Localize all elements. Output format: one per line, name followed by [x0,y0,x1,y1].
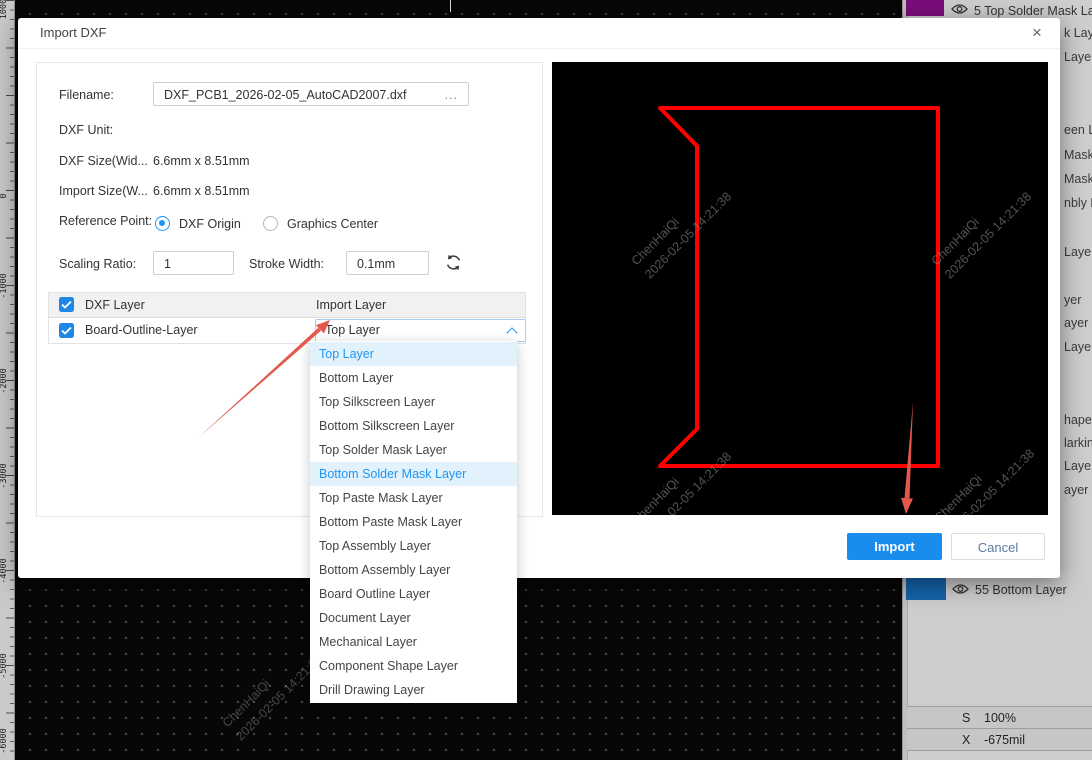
layer-color-swatch [906,0,944,16]
canvas-crosshair-line [450,0,451,12]
filename-label: Filename: [59,88,114,102]
stroke-width-input[interactable]: 0.1mm [346,251,429,275]
dropdown-option-document-layer[interactable]: Document Layer [310,606,517,630]
chevron-up-icon [506,327,517,338]
radio-dxf-origin-label: DXF Origin [179,217,241,231]
layer-partial-label: Mask l [1064,172,1092,186]
dxf-preview: ChenHaiQi2026-02-05 14:21:38 ChenHaiQi20… [552,62,1048,515]
refresh-icon[interactable] [444,253,463,277]
dropdown-option-top-layer[interactable]: Top Layer [310,342,517,366]
status-value: -675mil [984,733,1025,747]
radio-dxf-origin[interactable] [155,216,170,231]
layer-partial-label: een La [1064,123,1092,137]
dropdown-option-bottom-layer[interactable]: Bottom Layer [310,366,517,390]
table-row: Board-Outline-Layer Top Layer [49,318,525,343]
status-value: 100% [984,711,1016,725]
dropdown-option-board-outline-layer[interactable]: Board Outline Layer [310,582,517,606]
layer-partial-label: ayer [1064,316,1088,330]
dropdown-option-mechanical-layer[interactable]: Mechanical Layer [310,630,517,654]
dropdown-option-bottom-silkscreen-layer[interactable]: Bottom Silkscreen Layer [310,414,517,438]
ruler-label: -3000 [0,460,9,492]
table-header-row: DXF Layer Import Layer [49,293,525,318]
layer-partial-label: Mask [1064,148,1092,162]
layer-row-label: 5 Top Solder Mask Lay [974,4,1092,18]
radio-graphics-center[interactable] [263,216,278,231]
radio-graphics-center-label: Graphics Center [287,217,378,231]
layer-partial-label: Layer [1064,340,1092,354]
col-header-import-layer: Import Layer [316,293,386,317]
scaling-ratio-value: 1 [164,257,171,271]
dxf-size-label: DXF Size(Wid... [59,154,148,168]
dropdown-option-drill-drawing-layer[interactable]: Drill Drawing Layer [310,678,517,702]
dropdown-option-top-silkscreen-layer[interactable]: Top Silkscreen Layer [310,390,517,414]
ruler-label: -1000 [0,270,9,302]
select-all-checkbox[interactable] [59,297,74,312]
layer-partial-label: k Lay [1064,26,1092,40]
status-key: S [962,711,984,725]
cancel-button[interactable]: Cancel [951,533,1045,560]
pcb-editor-screen: ChenHaiQi2026-02-05 14:21:38 1000 0 -100… [0,0,1092,760]
filename-value: DXF_PCB1_2026-02-05_AutoCAD2007.dxf [164,88,407,102]
dropdown-option-component-shape-layer[interactable]: Component Shape Layer [310,654,517,678]
ruler-label: -6000 [0,725,9,757]
close-icon[interactable]: × [1026,22,1048,44]
dropdown-option-top-assembly-layer[interactable]: Top Assembly Layer [310,534,517,558]
dxf-size-value: 6.6mm x 8.51mm [153,154,250,168]
col-header-dxf-layer: DXF Layer [85,293,145,317]
dropdown-option-bottom-assembly-layer[interactable]: Bottom Assembly Layer [310,558,517,582]
dialog-header: Import DXF × [18,18,1060,49]
reference-point-label: Reference Point: [59,214,152,228]
dropdown-option-top-solder-mask-layer[interactable]: Top Solder Mask Layer [310,438,517,462]
status-row-x: X -675mil [907,728,1092,751]
eye-icon[interactable] [951,3,968,15]
board-outline-drawing [552,62,1048,515]
dropdown-option-top-paste-mask-layer[interactable]: Top Paste Mask Layer [310,486,517,510]
status-key: X [962,733,984,747]
layer-partial-label: Layer [1064,50,1092,64]
ruler-label: -4000 [0,555,9,587]
scaling-ratio-label: Scaling Ratio: [59,257,136,271]
ruler-label: 0 [0,180,9,212]
select-value: Top Layer [325,320,380,341]
layer-partial-label: nbly L [1064,196,1092,210]
eye-icon[interactable] [952,583,969,595]
dropdown-option-bottom-solder-mask-layer[interactable]: Bottom Solder Mask Layer [310,462,517,486]
import-layer-select[interactable]: Top Layer [315,319,526,342]
filename-input[interactable]: DXF_PCB1_2026-02-05_AutoCAD2007.dxf ... [153,82,469,106]
dxf-layer-name: Board-Outline-Layer [85,318,198,342]
row-checkbox[interactable] [59,323,74,338]
layer-mapping-table: DXF Layer Import Layer Board-Outline-Lay… [48,292,526,344]
dxf-unit-label: DXF Unit: [59,123,113,137]
import-size-value: 6.6mm x 8.51mm [153,184,250,198]
layer-partial-label: hape [1064,413,1092,427]
status-row-scale: S 100% [907,706,1092,728]
vertical-ruler: 1000 0 -1000 -2000 -3000 -4000 -5000 -60… [0,0,15,760]
layer-partial-label: Laye [1064,245,1091,259]
browse-button[interactable]: ... [445,83,458,107]
import-button[interactable]: Import [847,533,942,560]
ruler-label: -2000 [0,365,9,397]
layer-row-label: 55 Bottom Layer [975,583,1067,597]
stroke-width-label: Stroke Width: [249,257,324,271]
ruler-label: -5000 [0,650,9,682]
scaling-ratio-input[interactable]: 1 [153,251,234,275]
import-dxf-dialog: ChenHaiQi2026-02-05 14:21:38 ChenHaiQi20… [18,18,1060,578]
import-layer-dropdown: Top Layer Bottom Layer Top Silkscreen La… [310,341,517,703]
import-size-label: Import Size(W... [59,184,148,198]
dialog-title: Import DXF [40,18,106,48]
layer-color-swatch [906,578,946,600]
layer-partial-label: yer [1064,293,1081,307]
ruler-label: 1000 [0,0,9,25]
dropdown-option-bottom-paste-mask-layer[interactable]: Bottom Paste Mask Layer [310,510,517,534]
layer-partial-label: larkin [1064,436,1092,450]
layer-partial-label: Layer [1064,459,1092,473]
layer-row-bottom-layer[interactable]: 55 Bottom Layer [903,578,1092,600]
layer-partial-label: ayer [1064,483,1088,497]
stroke-width-value: 0.1mm [357,257,395,271]
